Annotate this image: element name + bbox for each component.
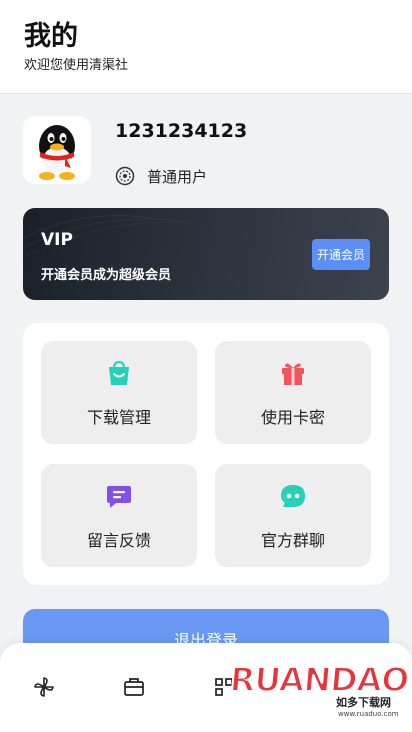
vip-title: VIP xyxy=(41,230,73,250)
chat-bubble-icon xyxy=(281,485,305,507)
watermark-subtitle: 如多下载网 xyxy=(336,696,391,709)
menu-item-label: 留言反馈 xyxy=(86,531,151,550)
menu-panel: 下载管理 使用卡密 留言反馈 官方群聊 xyxy=(23,323,389,585)
badge-icon xyxy=(115,166,135,186)
gift-icon xyxy=(282,363,304,385)
menu-item-download-manager[interactable]: 下载管理 xyxy=(41,341,197,444)
watermark-logo: RUANDAO 如多下载网 www.ruaduo.com xyxy=(227,659,412,732)
qq-penguin-icon xyxy=(23,116,91,184)
page-header: 我的 欢迎您使用清渠社 xyxy=(0,0,412,94)
avatar[interactable] xyxy=(23,116,91,184)
menu-item-label: 下载管理 xyxy=(86,408,151,427)
menu-item-official-group[interactable]: 官方群聊 xyxy=(215,464,371,567)
user-role: 普通用户 xyxy=(147,167,208,186)
page-title: 我的 xyxy=(24,21,78,52)
user-role-row: 普通用户 xyxy=(115,164,207,188)
vip-description: 开通会员成为超级会员 xyxy=(41,268,172,283)
vip-banner[interactable]: VIP 开通会员成为超级会员 开通会员 xyxy=(23,208,389,300)
menu-item-label: 官方群聊 xyxy=(260,531,325,550)
pinwheel-icon[interactable] xyxy=(32,675,56,699)
watermark-url: www.ruaduo.com xyxy=(338,710,399,718)
menu-item-use-card-key[interactable]: 使用卡密 xyxy=(215,341,371,444)
profile-card[interactable]: 1231234123 普通用户 xyxy=(23,116,393,188)
page-subtitle: 欢迎您使用清渠社 xyxy=(24,58,129,73)
open-vip-button[interactable]: 开通会员 xyxy=(312,239,370,270)
message-icon xyxy=(107,486,131,508)
toolbox-icon[interactable] xyxy=(122,675,146,699)
shopping-bag-icon xyxy=(109,360,129,385)
menu-item-feedback[interactable]: 留言反馈 xyxy=(41,464,197,567)
user-id: 1231234123 xyxy=(115,120,248,142)
menu-item-label: 使用卡密 xyxy=(260,408,325,427)
